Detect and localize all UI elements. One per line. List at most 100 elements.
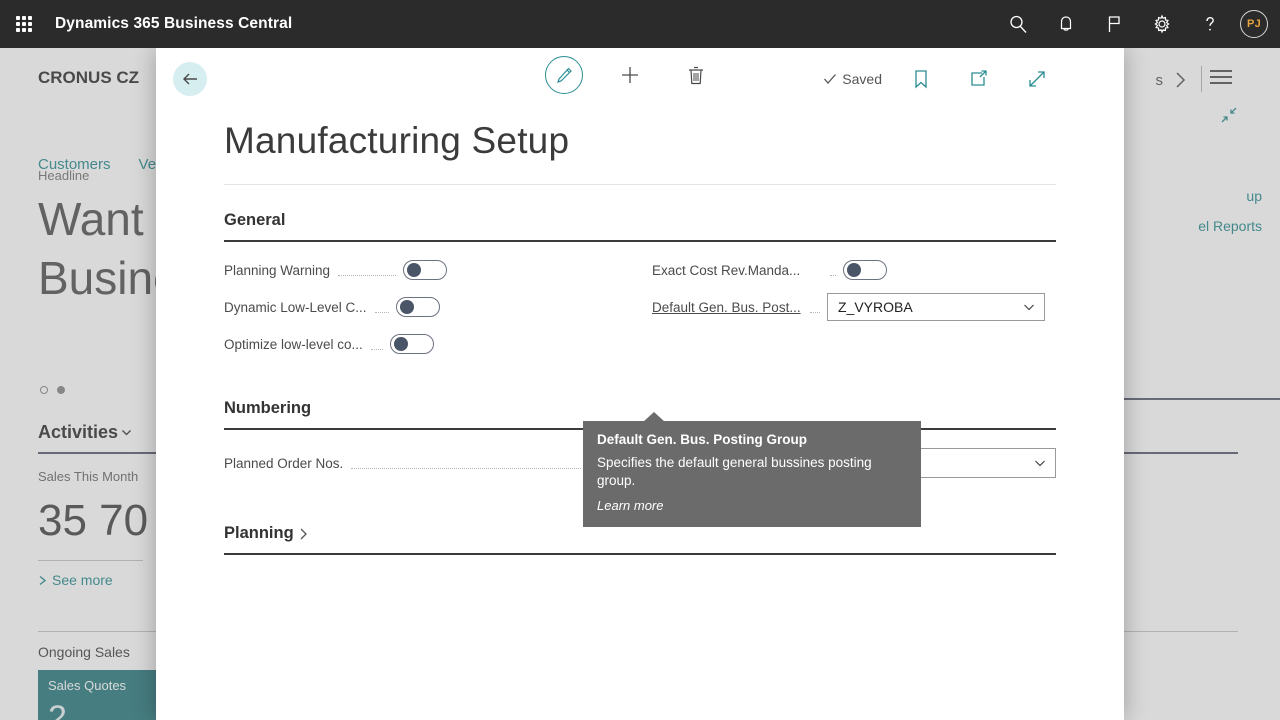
nav-link-vendors[interactable]: Ve bbox=[139, 156, 157, 173]
open-in-new-window-icon bbox=[971, 70, 987, 86]
checkmark-icon bbox=[824, 74, 837, 84]
carousel-dot-2[interactable] bbox=[57, 386, 65, 394]
waffle-dot bbox=[28, 16, 32, 20]
right-link-2[interactable]: el Reports bbox=[1198, 218, 1262, 234]
new-button[interactable] bbox=[611, 56, 649, 94]
field-planning-warning-label: Planning Warning bbox=[224, 262, 331, 278]
see-more-link[interactable]: See more bbox=[38, 572, 113, 588]
waffle-dot bbox=[28, 28, 32, 32]
hamburger-line-1 bbox=[1210, 70, 1232, 72]
help-icon[interactable] bbox=[1186, 0, 1234, 48]
save-status-label: Saved bbox=[842, 71, 882, 87]
waffle-dot bbox=[16, 22, 20, 26]
toggle-optimize-low-level-code[interactable] bbox=[389, 334, 434, 354]
carousel-dot-1[interactable] bbox=[40, 386, 48, 394]
dotted-leader bbox=[374, 311, 389, 313]
save-status: Saved bbox=[823, 71, 882, 87]
dotted-leader bbox=[810, 311, 820, 313]
overlay-dim-left bbox=[0, 48, 156, 720]
section-planning-divider bbox=[224, 553, 1056, 555]
chevron-right-icon bbox=[1176, 72, 1186, 88]
toggle-planning-warning[interactable] bbox=[403, 260, 448, 280]
section-general-title: General bbox=[224, 211, 286, 229]
section-general-header: General bbox=[224, 211, 1056, 230]
manufacturing-setup-dialog: Saved Manufacturing Setup General Planni… bbox=[156, 48, 1124, 720]
see-more-divider bbox=[38, 560, 143, 561]
dotted-leader bbox=[830, 274, 836, 276]
waffle-dot bbox=[16, 28, 20, 32]
toggle-exact-cost-rev-mandatory[interactable] bbox=[843, 260, 887, 280]
section-numbering-title: Numbering bbox=[224, 399, 312, 417]
toolbar-right-actions: Saved bbox=[823, 60, 1056, 98]
carousel-dots[interactable] bbox=[40, 386, 65, 394]
sales-this-month-label: Sales This Month bbox=[38, 469, 139, 484]
app-title: Dynamics 365 Business Central bbox=[55, 15, 293, 32]
company-name: CRONUS CZ bbox=[38, 68, 140, 87]
right-nav-label: s bbox=[1155, 71, 1164, 89]
notification-bell-icon[interactable] bbox=[1042, 0, 1090, 48]
screen: CRONUS CZ Customers Ve Headline Want Bus… bbox=[0, 0, 1280, 720]
trash-icon bbox=[689, 66, 703, 84]
sales-this-month-value: 35 70 bbox=[38, 496, 149, 545]
toggle-knob bbox=[407, 263, 422, 277]
activities-dropdown[interactable]: Activities bbox=[38, 422, 133, 443]
toggle-dynamic-low-level-code[interactable] bbox=[395, 297, 440, 317]
field-spacer bbox=[652, 333, 1056, 355]
edit-pencil-icon bbox=[556, 67, 572, 83]
search-icon[interactable] bbox=[994, 0, 1042, 48]
right-link-1[interactable]: up bbox=[1198, 188, 1262, 204]
delete-button[interactable] bbox=[677, 56, 715, 94]
sales-quotes-tile[interactable]: Sales Quotes 2 bbox=[38, 670, 160, 720]
waffle-dot bbox=[22, 22, 26, 26]
waffle-dot bbox=[22, 28, 26, 32]
overlay-dim-right bbox=[1124, 48, 1280, 720]
edit-button[interactable] bbox=[545, 56, 583, 94]
bookmark-icon bbox=[915, 70, 927, 89]
gear-icon[interactable] bbox=[1138, 0, 1186, 48]
tooltip-arrow bbox=[643, 412, 665, 422]
tooltip-learn-more-link[interactable]: Learn more bbox=[597, 498, 663, 513]
app-header: Dynamics 365 Business Central PJ bbox=[0, 0, 1280, 48]
section-planning-title: Planning bbox=[224, 524, 294, 542]
field-dynamic-low-level-code: Dynamic Low-Level C... bbox=[224, 296, 652, 318]
field-planning-warning: Planning Warning bbox=[224, 259, 652, 281]
background-right-nav[interactable]: s bbox=[1156, 70, 1189, 90]
avatar[interactable]: PJ bbox=[1240, 10, 1268, 38]
toggle-knob bbox=[393, 337, 408, 351]
open-in-new-window-button[interactable] bbox=[960, 60, 998, 98]
section-numbering-header: Numbering bbox=[224, 399, 1056, 418]
dotted-leader bbox=[370, 348, 383, 350]
collapse-icon[interactable] bbox=[1220, 106, 1238, 129]
field-default-gen-bus-posting-group: Default Gen. Bus. Post... Z_VYROBA bbox=[652, 293, 1056, 321]
bookmark-button[interactable] bbox=[902, 60, 940, 98]
toolbar-center-actions bbox=[545, 56, 715, 94]
chevron-down-icon bbox=[1035, 460, 1045, 467]
app-launcher-icon[interactable] bbox=[0, 0, 48, 48]
headline-label: Headline bbox=[38, 168, 90, 183]
dotted-leader bbox=[338, 274, 397, 276]
page-title: Manufacturing Setup bbox=[224, 120, 570, 161]
sales-quotes-tile-value: 2 bbox=[48, 699, 67, 720]
waffle-dot bbox=[16, 16, 20, 20]
dialog-toolbar: Saved bbox=[156, 48, 1124, 110]
chevron-down-icon bbox=[122, 430, 132, 436]
chevron-down-icon bbox=[1024, 304, 1034, 311]
field-exact-cost-rev-mandatory-label: Exact Cost Rev.Manda... bbox=[652, 262, 801, 278]
select-default-gen-bus-posting-group[interactable]: Z_VYROBA bbox=[827, 293, 1045, 321]
back-button[interactable] bbox=[173, 62, 207, 96]
app-header-actions: PJ bbox=[994, 0, 1280, 48]
dialog-content: General Planning Warning Exact Cost Rev.… bbox=[156, 211, 1124, 555]
field-dynamic-low-level-code-label: Dynamic Low-Level C... bbox=[224, 299, 367, 315]
waffle-dot bbox=[28, 22, 32, 26]
see-more-label: See more bbox=[52, 572, 113, 588]
back-arrow-icon bbox=[183, 73, 197, 85]
field-default-gen-bus-posting-group-label[interactable]: Default Gen. Bus. Post... bbox=[652, 300, 802, 315]
waffle-dot bbox=[22, 16, 26, 20]
expand-button[interactable] bbox=[1018, 60, 1056, 98]
tooltip-title: Default Gen. Bus. Posting Group bbox=[597, 432, 808, 447]
chevron-right-icon bbox=[39, 575, 47, 585]
tooltip-body: Specifies the default general bussines p… bbox=[597, 455, 872, 489]
flag-icon[interactable] bbox=[1090, 0, 1138, 48]
hamburger-menu-icon[interactable] bbox=[1210, 70, 1232, 84]
section-general-divider bbox=[224, 240, 1056, 242]
